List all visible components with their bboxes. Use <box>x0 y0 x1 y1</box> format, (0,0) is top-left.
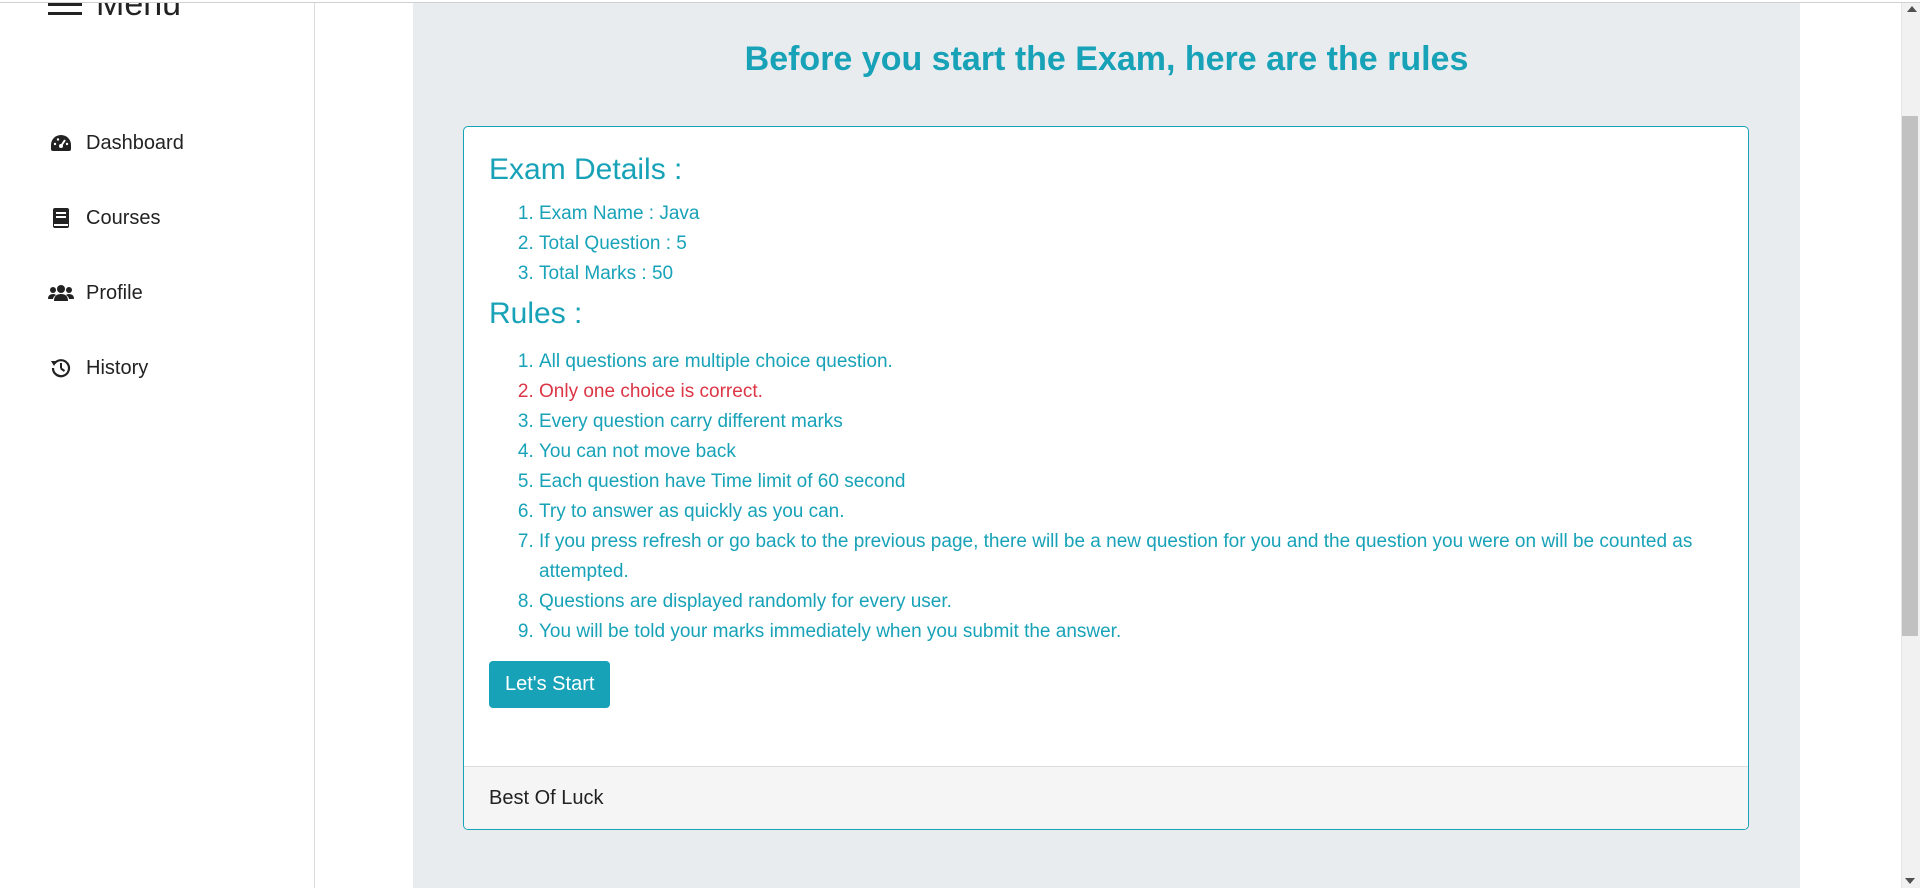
sidebar-item-dashboard[interactable]: Dashboard <box>48 124 184 162</box>
menu-header[interactable]: Menu <box>48 0 181 24</box>
card-footer: Best Of Luck <box>464 766 1748 829</box>
list-item: You will be told your marks immediately … <box>539 617 1723 647</box>
sidebar-item-label: Courses <box>86 206 161 229</box>
list-item: Exam Name : Java <box>539 199 1723 229</box>
menu-label: Menu <box>96 0 182 23</box>
footer-text: Best Of Luck <box>489 786 604 809</box>
list-item: You can not move back <box>539 437 1723 467</box>
users-icon <box>48 282 74 304</box>
history-icon <box>48 357 74 379</box>
dashboard-icon <box>48 132 74 154</box>
list-item: All questions are multiple choice questi… <box>539 347 1723 377</box>
exam-details-heading: Exam Details : <box>489 153 683 186</box>
list-item: Questions are displayed randomly for eve… <box>539 587 1723 617</box>
sidebar-item-history[interactable]: History <box>48 349 184 387</box>
list-item: Total Question : 5 <box>539 229 1723 259</box>
sidebar-nav: Dashboard Courses Profile History <box>48 124 184 387</box>
scrollbar-thumb[interactable] <box>1902 116 1918 636</box>
rules-heading: Rules : <box>489 297 583 330</box>
list-item: Total Marks : 50 <box>539 259 1723 289</box>
sidebar-item-label: Profile <box>86 281 143 304</box>
start-exam-button[interactable]: Let's Start <box>489 661 611 708</box>
exam-rules-card: Exam Details : Exam Name : Java Total Qu… <box>463 126 1749 830</box>
sidebar-item-label: Dashboard <box>86 131 184 154</box>
main-panel: Before you start the Exam, here are the … <box>413 0 1800 888</box>
sidebar: Menu Dashboard Courses Profile History <box>0 0 315 888</box>
list-item: Try to answer as quickly as you can. <box>539 497 1723 527</box>
list-item: Every question carry different marks <box>539 407 1723 437</box>
exam-details-list: Exam Name : Java Total Question : 5 Tota… <box>539 199 1723 289</box>
window-top-border <box>0 0 1920 3</box>
card-body: Exam Details : Exam Name : Java Total Qu… <box>464 127 1748 708</box>
page-title: Before you start the Exam, here are the … <box>744 40 1469 78</box>
sidebar-item-label: History <box>86 356 149 379</box>
book-icon <box>48 207 74 229</box>
scroll-up-arrow-icon[interactable] <box>1907 6 1917 12</box>
sidebar-item-courses[interactable]: Courses <box>48 199 184 237</box>
list-item-highlighted: Only one choice is correct. <box>539 377 1723 407</box>
scroll-down-arrow-icon[interactable] <box>1905 878 1915 884</box>
sidebar-item-profile[interactable]: Profile <box>48 274 184 312</box>
vertical-scrollbar[interactable] <box>1901 0 1920 888</box>
list-item: If you press refresh or go back to the p… <box>539 527 1723 587</box>
rules-list: All questions are multiple choice questi… <box>539 347 1723 647</box>
list-item: Each question have Time limit of 60 seco… <box>539 467 1723 497</box>
